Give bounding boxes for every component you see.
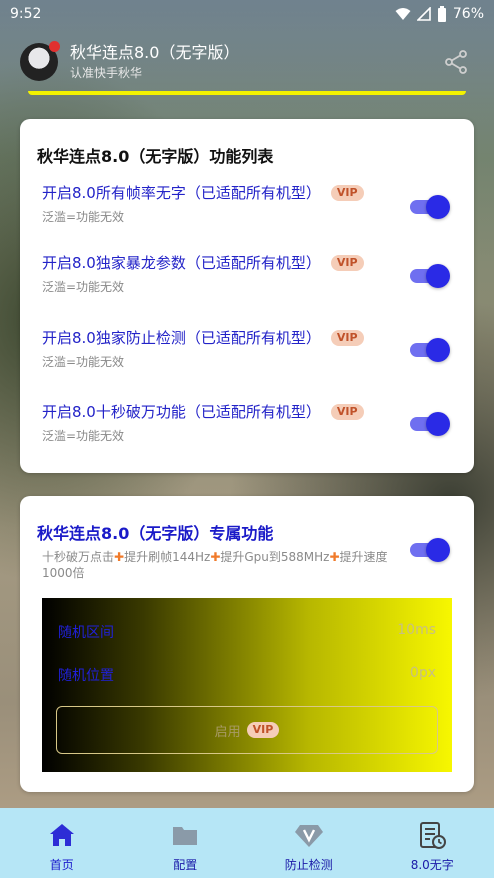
exclusive-feature-card: 秋华连点8.0（无字版）专属功能 十秒破万点击✚提升刷帧144Hz✚提升Gpu到… — [20, 496, 474, 792]
folder-icon — [173, 827, 198, 845]
random-interval-row[interactable]: 随机区间 10ms — [58, 622, 436, 642]
share-icon[interactable] — [442, 48, 470, 76]
toggle-switch-fps[interactable] — [410, 195, 450, 219]
feature-subtitle: 泛滥=功能无效 — [42, 210, 125, 224]
feature-list-title: 秋华连点8.0（无字版）功能列表 — [37, 147, 274, 166]
random-position-label: 随机位置 — [58, 668, 114, 684]
status-bar: 9:52 76% — [0, 0, 494, 28]
app-subtitle: 认准快手秋华 — [70, 66, 143, 80]
exclusive-feature-title: 秋华连点8.0（无字版）专属功能 — [37, 524, 274, 543]
nav-label: 配置 — [173, 858, 198, 872]
nav-item-anti-detect[interactable]: 防止检测 — [247, 808, 371, 878]
feature-item-params: 开启8.0独家暴龙参数（已适配所有机型） VIP 泛滥=功能无效 — [42, 253, 462, 295]
enable-button-label: 启用 — [214, 724, 241, 740]
feature-subtitle: 泛滥=功能无效 — [42, 280, 125, 294]
enable-button[interactable]: 启用 VIP — [56, 706, 438, 754]
status-time: 9:52 — [10, 6, 42, 22]
app-title: 秋华连点8.0（无字版） — [70, 43, 240, 62]
diamond-v-icon — [294, 825, 323, 847]
random-position-value: 0px — [409, 665, 436, 681]
battery-percent: 76% — [452, 6, 484, 22]
random-interval-value: 10ms — [397, 622, 436, 638]
nav-label: 8.0无字 — [410, 858, 454, 872]
random-position-row[interactable]: 随机位置 0px — [58, 665, 436, 685]
notification-dot — [49, 41, 60, 52]
vip-badge: VIP — [330, 404, 364, 420]
feature-label: 开启8.0所有帧率无字（已适配所有机型） — [42, 184, 321, 202]
toggle-switch-anti-detect[interactable] — [410, 338, 450, 362]
plus-icon: ✚ — [114, 550, 125, 564]
nav-label: 防止检测 — [284, 858, 333, 872]
nav-item-8-0[interactable]: 8.0无字 — [371, 808, 494, 878]
app-header: 秋华连点8.0（无字版） 认准快手秋华 — [20, 36, 470, 88]
header-underline — [28, 91, 466, 95]
feature-item-ten-second: 开启8.0十秒破万功能（已适配所有机型） VIP 泛滥=功能无效 — [42, 402, 462, 444]
vip-badge: VIP — [246, 722, 280, 738]
nav-label: 首页 — [49, 858, 74, 872]
nav-item-home[interactable]: 首页 — [0, 808, 124, 878]
settings-panel: 随机区间 10ms 随机位置 0px 启用 VIP — [42, 598, 452, 772]
feature-subtitle: 泛滥=功能无效 — [42, 355, 125, 369]
vip-badge: VIP — [330, 330, 364, 346]
vip-badge: VIP — [330, 255, 364, 271]
clipboard-clock-icon — [420, 822, 447, 849]
feature-label: 开启8.0十秒破万功能（已适配所有机型） — [42, 403, 321, 421]
feature-item-fps: 开启8.0所有帧率无字（已适配所有机型） VIP 泛滥=功能无效 — [42, 183, 462, 225]
signal-icon — [416, 7, 431, 21]
home-icon — [49, 824, 74, 846]
feature-item-anti-detect: 开启8.0独家防止检测（已适配所有机型） VIP 泛滥=功能无效 — [42, 328, 462, 370]
random-interval-label: 随机区间 — [58, 625, 114, 641]
avatar[interactable] — [20, 41, 60, 81]
nav-item-config[interactable]: 配置 — [124, 808, 248, 878]
plus-icon: ✚ — [210, 550, 221, 564]
vip-badge: VIP — [330, 185, 364, 201]
bottom-nav: 首页 配置 防止检测 8.0无字 — [0, 808, 494, 878]
feature-list-card: 秋华连点8.0（无字版）功能列表 开启8.0所有帧率无字（已适配所有机型） VIP… — [20, 119, 474, 473]
feature-label: 开启8.0独家暴龙参数（已适配所有机型） — [42, 254, 321, 272]
feature-label: 开启8.0独家防止检测（已适配所有机型） — [42, 329, 321, 347]
feature-subtitle: 泛滥=功能无效 — [42, 429, 125, 443]
battery-icon — [437, 6, 446, 22]
exclusive-feature-description: 十秒破万点击✚提升刷帧144Hz✚提升Gpu到588MHz✚提升速度1000倍 — [42, 550, 388, 580]
toggle-switch-ten-second[interactable] — [410, 412, 450, 436]
plus-icon: ✚ — [329, 550, 340, 564]
wifi-icon — [395, 8, 411, 20]
toggle-switch-exclusive[interactable] — [410, 538, 450, 562]
toggle-switch-params[interactable] — [410, 264, 450, 288]
